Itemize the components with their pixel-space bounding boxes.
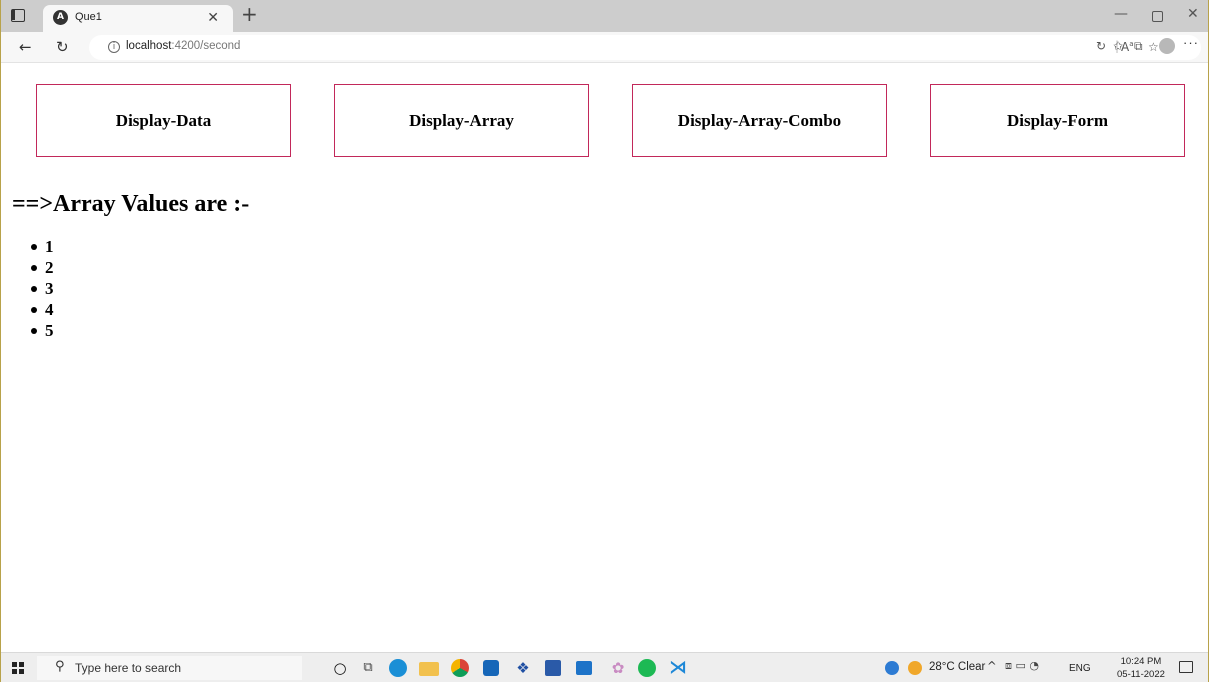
minimize-icon[interactable]: —: [1114, 6, 1128, 22]
spotify-icon[interactable]: [638, 659, 656, 677]
reload-icon[interactable]: ↻: [56, 38, 69, 56]
visual-studio-icon[interactable]: [545, 660, 561, 676]
search-placeholder: Type here to search: [75, 661, 182, 675]
notifications-icon[interactable]: [1179, 661, 1193, 673]
mail-icon[interactable]: [576, 661, 592, 675]
workspaces-icon[interactable]: [11, 9, 25, 22]
display-data-button[interactable]: Display-Data: [36, 84, 291, 157]
more-options-icon[interactable]: ···: [1183, 35, 1199, 50]
favorites-icon[interactable]: ✩: [1113, 39, 1123, 53]
edge-icon[interactable]: [389, 659, 407, 677]
tab-title: Que1: [75, 11, 102, 23]
array-values-list: 1 2 3 4 5: [31, 236, 54, 341]
windows-start-icon[interactable]: [12, 662, 24, 674]
url-text[interactable]: localhost:4200/second: [126, 40, 240, 52]
help-icon[interactable]: [885, 661, 899, 675]
browser-tab-strip: A Que1 ✕ + — ✕: [1, 0, 1208, 32]
browser-tab[interactable]: A Que1 ✕: [43, 5, 233, 32]
extension-icon[interactable]: ↻: [1096, 39, 1106, 53]
angular-icon: A: [53, 10, 68, 25]
vscode-icon[interactable]: ⋊: [668, 658, 688, 678]
task-view-icon[interactable]: ⧉: [358, 658, 378, 678]
collections-icon[interactable]: ⧉: [1134, 39, 1143, 54]
close-tab-icon[interactable]: ✕: [207, 9, 219, 26]
clock-time: 10:24 PM: [1120, 656, 1162, 667]
weather-moon-icon: [908, 661, 922, 675]
address-bar[interactable]: i localhost:4200/second Aa ☆: [89, 35, 1201, 60]
chevron-up-icon[interactable]: ^: [987, 659, 997, 673]
cortana-icon[interactable]: ○: [330, 658, 350, 678]
language-indicator[interactable]: ENG: [1069, 663, 1091, 674]
weather-text[interactable]: 28°C Clear: [929, 661, 985, 673]
close-window-icon[interactable]: ✕: [1187, 6, 1199, 22]
chrome-icon[interactable]: [451, 659, 469, 677]
dropbox-icon[interactable]: ❖: [513, 658, 533, 678]
list-item: 2: [31, 257, 54, 278]
display-array-combo-button[interactable]: Display-Array-Combo: [632, 84, 887, 157]
system-tray-icons[interactable]: ⧈ ▭ ◔: [1005, 659, 1039, 673]
favorite-star-icon[interactable]: ☆: [1148, 40, 1159, 54]
list-item: 4: [31, 299, 54, 320]
list-item: 1: [31, 236, 54, 257]
back-icon[interactable]: ←: [19, 38, 32, 56]
taskbar-search[interactable]: ⚲ Type here to search: [37, 656, 302, 680]
paint-icon[interactable]: ✿: [608, 658, 628, 678]
search-icon: ⚲: [55, 659, 65, 674]
store-icon[interactable]: [483, 660, 499, 676]
list-item: 5: [31, 320, 54, 341]
page-content: Display-Data Display-Array Display-Array…: [1, 64, 1208, 653]
file-explorer-icon[interactable]: [419, 662, 439, 676]
list-item: 3: [31, 278, 54, 299]
array-values-heading: ==>Array Values are :-: [12, 191, 250, 217]
info-icon[interactable]: i: [108, 41, 120, 53]
windows-taskbar: ⚲ Type here to search ○ ⧉ ❖ ✿ ⋊ 28°C Cle…: [1, 652, 1208, 682]
display-form-button[interactable]: Display-Form: [930, 84, 1185, 157]
clock-date: 05-11-2022: [1117, 669, 1165, 680]
browser-toolbar: ← ↻ i localhost:4200/second Aa ☆ ↻ | ✩ ⧉…: [1, 32, 1208, 63]
display-array-button[interactable]: Display-Array: [334, 84, 589, 157]
profile-avatar[interactable]: [1159, 38, 1175, 54]
new-tab-icon[interactable]: +: [241, 2, 258, 26]
restore-icon[interactable]: [1152, 11, 1163, 22]
clock[interactable]: 10:24 PM 05-11-2022: [1117, 655, 1165, 681]
